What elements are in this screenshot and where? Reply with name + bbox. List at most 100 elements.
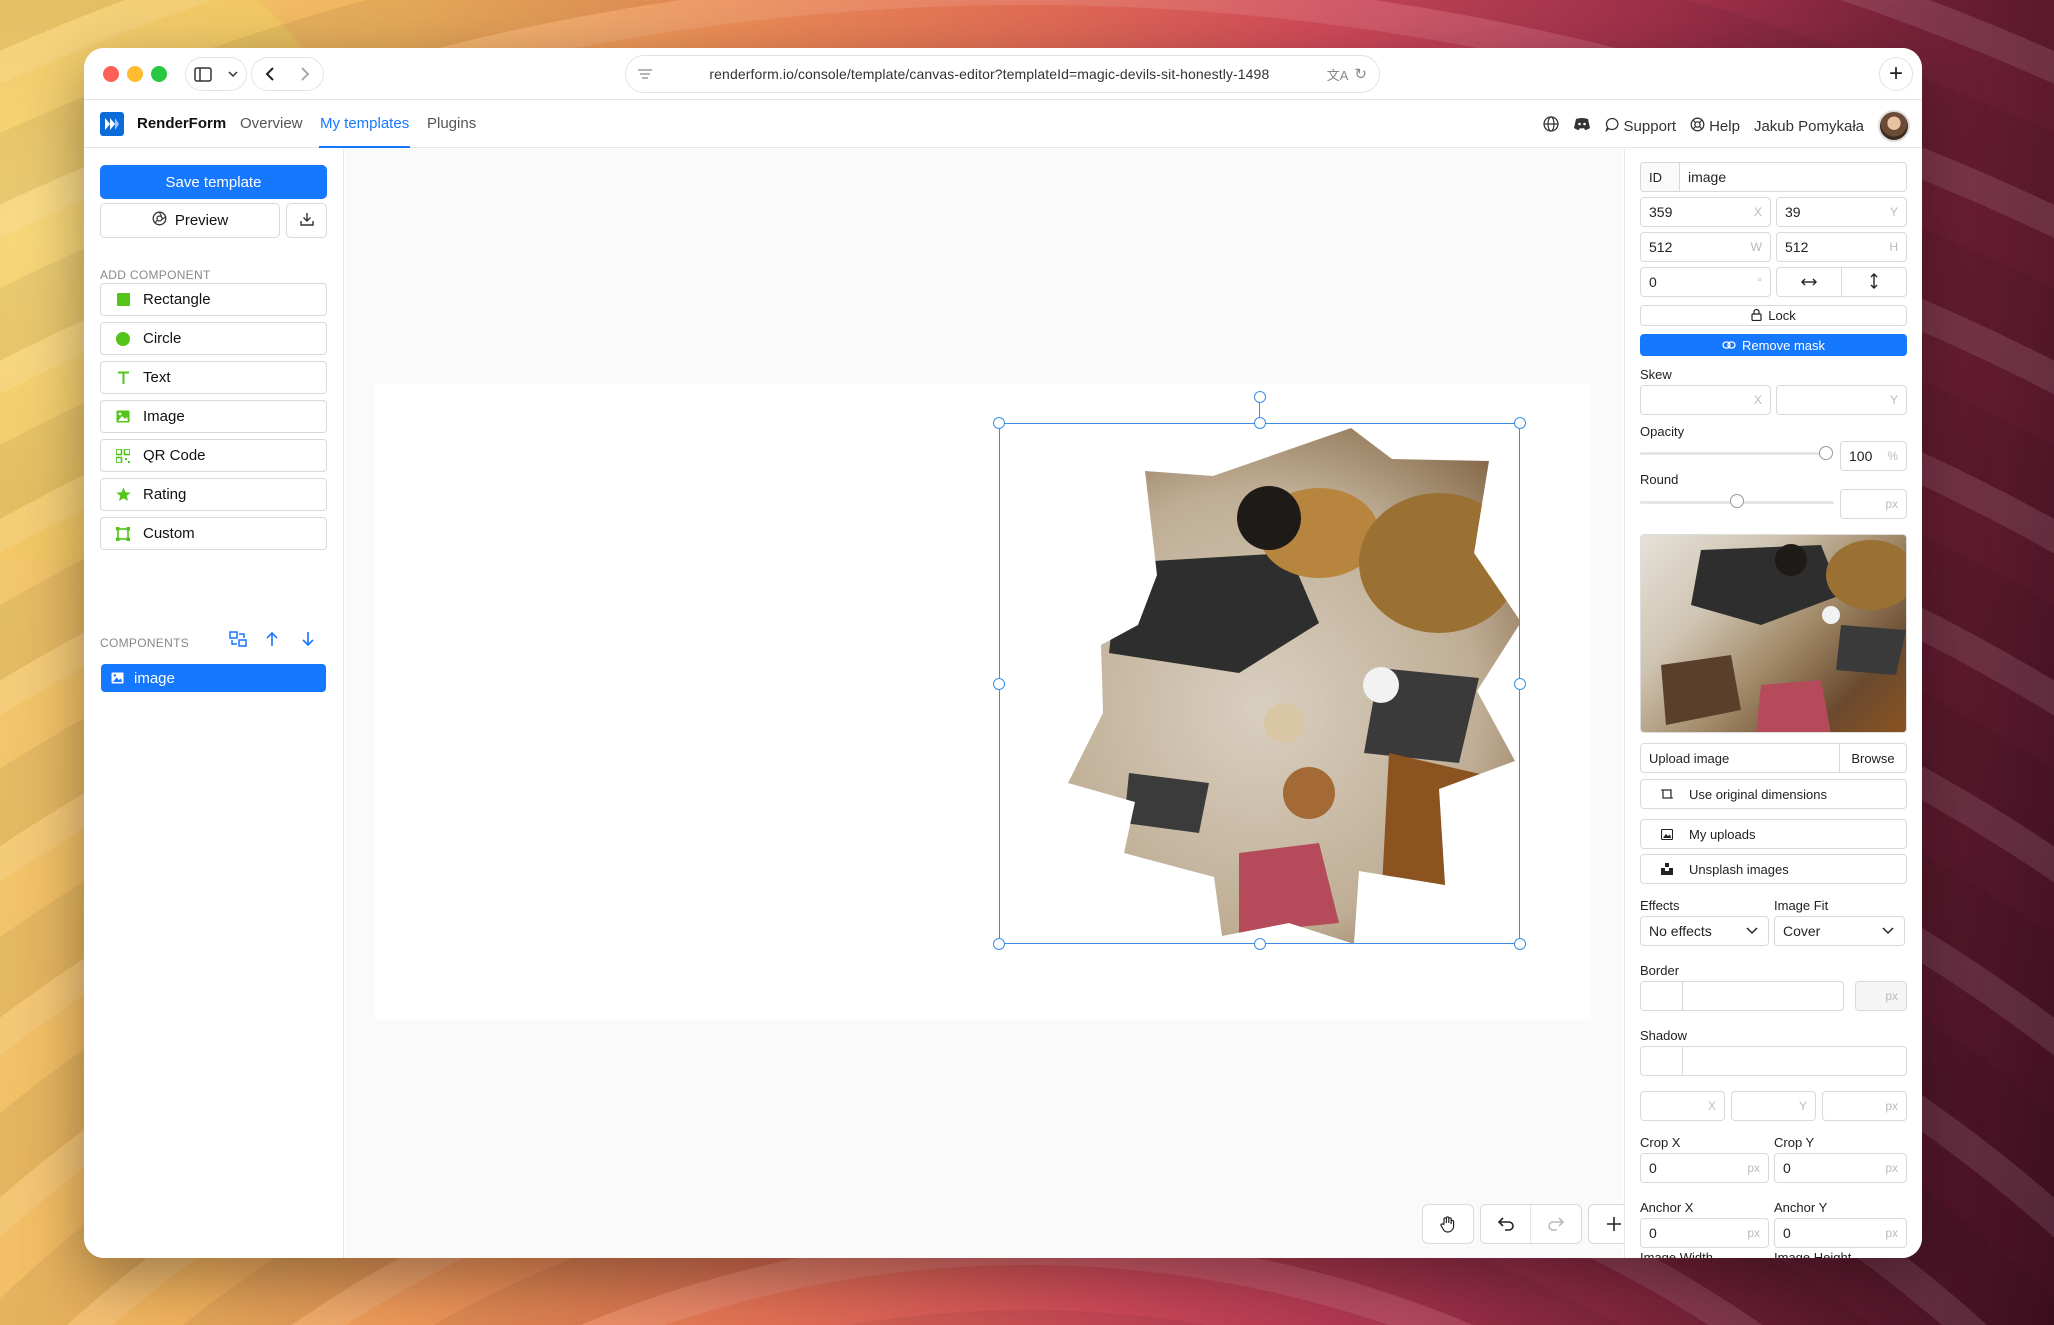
resize-handle-bottom-right[interactable] bbox=[1514, 938, 1526, 950]
address-bar[interactable]: renderform.io/console/template/canvas-ed… bbox=[625, 55, 1380, 93]
image-preview-thumbnail[interactable] bbox=[1640, 534, 1907, 733]
crop-y-input[interactable]: 0 px bbox=[1774, 1153, 1907, 1183]
add-circle-button[interactable]: Circle bbox=[100, 322, 327, 355]
translate-icon[interactable]: 文A bbox=[1327, 65, 1349, 84]
move-up-arrow-icon[interactable] bbox=[265, 631, 279, 652]
remove-mask-button[interactable]: Remove mask bbox=[1640, 334, 1907, 356]
resize-handle-top[interactable] bbox=[1254, 417, 1266, 429]
unsplash-images-button[interactable]: Unsplash images bbox=[1640, 854, 1907, 884]
resize-handle-right[interactable] bbox=[1514, 678, 1526, 690]
my-uploads-button[interactable]: My uploads bbox=[1640, 819, 1907, 849]
shadow-color-swatch[interactable] bbox=[1640, 1046, 1683, 1076]
resize-handle-bottom[interactable] bbox=[1254, 938, 1266, 950]
rotate-handle[interactable] bbox=[1254, 391, 1266, 403]
link-icon bbox=[1722, 338, 1736, 353]
minimize-window-button[interactable] bbox=[127, 66, 143, 82]
rotation-input[interactable]: 0 ° bbox=[1640, 267, 1771, 297]
avatar[interactable] bbox=[1878, 110, 1910, 142]
height-input[interactable]: 512 H bbox=[1776, 232, 1907, 262]
hand-icon[interactable] bbox=[1423, 1205, 1473, 1243]
x-input[interactable]: 359 X bbox=[1640, 197, 1771, 227]
resize-handle-left[interactable] bbox=[993, 678, 1005, 690]
browser-window: renderform.io/console/template/canvas-ed… bbox=[84, 48, 1922, 1258]
preview-button[interactable]: Preview bbox=[100, 203, 280, 238]
undo-icon[interactable] bbox=[1481, 1205, 1531, 1243]
globe-icon[interactable] bbox=[1542, 116, 1559, 136]
sidebar-toggle-group[interactable] bbox=[185, 57, 247, 91]
lifebuoy-icon bbox=[1690, 117, 1705, 136]
anchor-x-input[interactable]: 0 px bbox=[1640, 1218, 1769, 1248]
reload-icon[interactable]: ↻ bbox=[1354, 65, 1367, 83]
border-color-swatch[interactable] bbox=[1640, 981, 1683, 1011]
header-actions: Support Help Jakub Pomykała bbox=[1542, 110, 1910, 142]
move-down-arrow-icon[interactable] bbox=[301, 631, 315, 652]
add-text-button[interactable]: Text bbox=[100, 361, 327, 394]
component-label: Text bbox=[143, 369, 171, 386]
browse-button[interactable]: Browse bbox=[1839, 743, 1907, 773]
redo-icon[interactable] bbox=[1531, 1205, 1581, 1243]
nav-overview[interactable]: Overview bbox=[240, 115, 303, 132]
chat-bubble-icon bbox=[1604, 117, 1620, 136]
image-fit-select[interactable]: Cover bbox=[1774, 916, 1905, 946]
layer-item-image[interactable]: image bbox=[101, 664, 326, 692]
skew-x-suffix: X bbox=[1753, 393, 1762, 407]
use-original-dimensions-button[interactable]: Use original dimensions bbox=[1640, 779, 1907, 809]
maximize-window-button[interactable] bbox=[151, 66, 167, 82]
close-window-button[interactable] bbox=[103, 66, 119, 82]
skew-y-suffix: Y bbox=[1889, 393, 1898, 407]
add-rating-button[interactable]: Rating bbox=[100, 478, 327, 511]
resize-handle-top-left[interactable] bbox=[993, 417, 1005, 429]
add-image-button[interactable]: Image bbox=[100, 400, 327, 433]
save-template-button[interactable]: Save template bbox=[100, 165, 327, 199]
round-slider-knob[interactable] bbox=[1730, 494, 1744, 508]
effects-select[interactable]: No effects bbox=[1640, 916, 1769, 946]
shadow-x-input[interactable]: X bbox=[1640, 1091, 1725, 1121]
opacity-slider-knob[interactable] bbox=[1819, 446, 1833, 460]
nav-plugins[interactable]: Plugins bbox=[427, 115, 476, 132]
chevron-down-icon[interactable] bbox=[228, 70, 238, 78]
square-icon bbox=[115, 293, 131, 306]
round-input[interactable]: px bbox=[1840, 489, 1907, 519]
width-input[interactable]: 512 W bbox=[1640, 232, 1771, 262]
add-rectangle-button[interactable]: Rectangle bbox=[100, 283, 327, 316]
opacity-input[interactable]: 100% bbox=[1840, 441, 1907, 471]
border-width-input[interactable]: px bbox=[1855, 981, 1907, 1011]
preview-label: Preview bbox=[174, 212, 229, 229]
discord-icon[interactable] bbox=[1573, 117, 1591, 135]
opacity-slider[interactable] bbox=[1640, 452, 1826, 455]
back-arrow-icon[interactable] bbox=[265, 66, 275, 82]
shadow-blur-input[interactable]: px bbox=[1822, 1091, 1907, 1121]
custom-frame-icon bbox=[115, 526, 131, 541]
id-input[interactable]: image bbox=[1679, 162, 1907, 192]
resize-handle-bottom-left[interactable] bbox=[993, 938, 1005, 950]
flip-horizontal-button[interactable] bbox=[1776, 267, 1842, 297]
brand-name[interactable]: RenderForm bbox=[137, 115, 226, 132]
replace-icon[interactable] bbox=[229, 631, 247, 652]
forward-arrow-icon[interactable] bbox=[300, 66, 310, 82]
support-link[interactable]: Support bbox=[1604, 117, 1676, 136]
resize-handle-top-right[interactable] bbox=[1514, 417, 1526, 429]
flip-vertical-button[interactable] bbox=[1841, 267, 1907, 297]
shadow-color-input[interactable] bbox=[1682, 1046, 1907, 1076]
opacity-label: Opacity bbox=[1640, 424, 1685, 439]
upload-image-input[interactable]: Upload image bbox=[1640, 743, 1840, 773]
y-input[interactable]: 39 Y bbox=[1776, 197, 1907, 227]
crop-x-input[interactable]: 0 px bbox=[1640, 1153, 1769, 1183]
skew-y-input[interactable]: Y bbox=[1776, 385, 1907, 415]
canvas-area[interactable] bbox=[345, 149, 1690, 1258]
download-button[interactable] bbox=[286, 203, 327, 238]
add-qr-code-button[interactable]: QR Code bbox=[100, 439, 327, 472]
user-name[interactable]: Jakub Pomykała bbox=[1754, 118, 1864, 135]
renderform-logo[interactable] bbox=[100, 112, 124, 136]
anchor-y-input[interactable]: 0 px bbox=[1774, 1218, 1907, 1248]
help-link[interactable]: Help bbox=[1690, 117, 1740, 136]
skew-x-input[interactable]: X bbox=[1640, 385, 1771, 415]
border-color-input[interactable] bbox=[1682, 981, 1844, 1011]
page-settings-icon[interactable] bbox=[638, 66, 652, 82]
new-tab-button[interactable]: + bbox=[1879, 57, 1913, 91]
sidebar-icon[interactable] bbox=[194, 66, 212, 82]
lock-button[interactable]: Lock bbox=[1640, 305, 1907, 326]
add-custom-button[interactable]: Custom bbox=[100, 517, 327, 550]
shadow-y-input[interactable]: Y bbox=[1731, 1091, 1816, 1121]
nav-my-templates[interactable]: My templates bbox=[320, 115, 409, 132]
